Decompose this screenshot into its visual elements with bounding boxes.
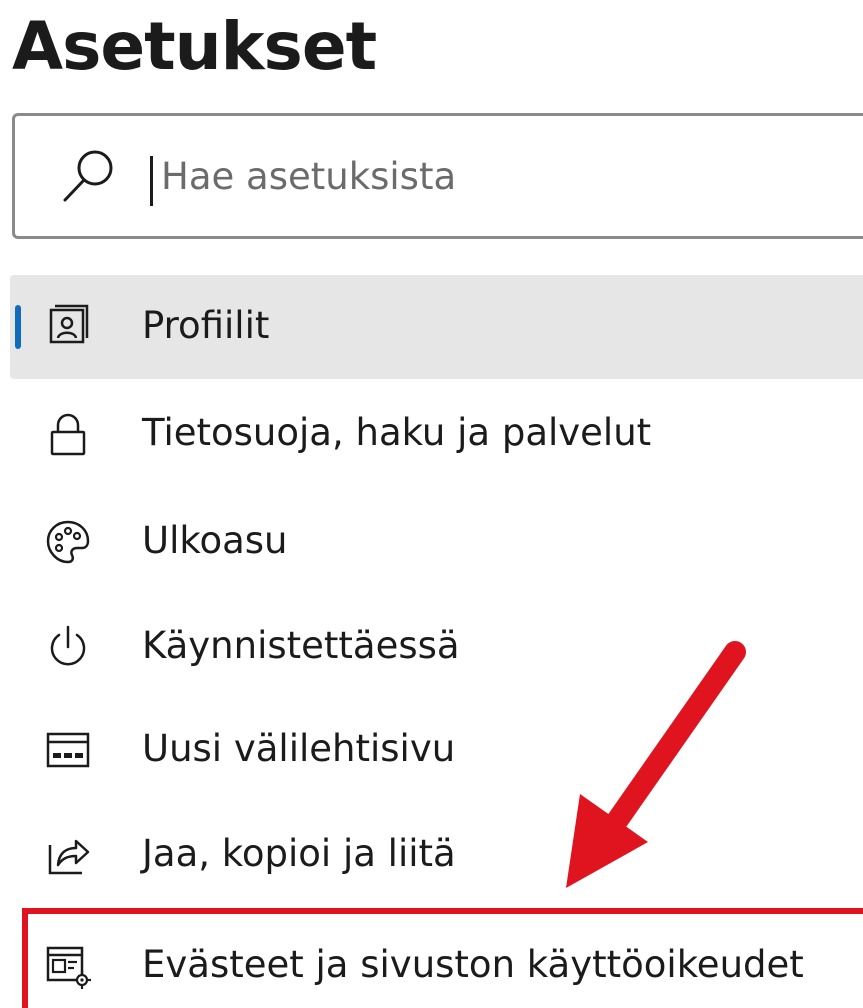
sidebar-item-label: Käynnistettäessä xyxy=(142,624,460,667)
settings-page: Asetukset Profiilit Tietosuoja, haku ja … xyxy=(0,0,863,1008)
sidebar-item-startup[interactable]: Käynnistettäessä xyxy=(10,595,863,699)
text-caret xyxy=(150,156,153,206)
selection-indicator xyxy=(15,305,21,349)
sidebar-item-label: Tietosuoja, haku ja palvelut xyxy=(142,411,652,454)
sidebar-item-label: Ulkoasu xyxy=(142,519,288,562)
sidebar-item-label: Uusi välilehtisivu xyxy=(142,727,456,770)
search-icon xyxy=(63,150,113,202)
search-box[interactable] xyxy=(12,113,863,239)
sidebar-item-label: Profiilit xyxy=(142,304,270,347)
sidebar-item-appearance[interactable]: Ulkoasu xyxy=(10,490,863,594)
sidebar-item-privacy[interactable]: Tietosuoja, haku ja palvelut xyxy=(10,382,863,486)
share-icon xyxy=(48,839,90,875)
sidebar-item-share-copy-paste[interactable]: Jaa, kopioi ja liitä xyxy=(10,803,863,907)
new-tab-icon xyxy=(46,732,90,768)
palette-icon xyxy=(46,520,90,564)
sidebar-item-new-tab-page[interactable]: Uusi välilehtisivu xyxy=(10,698,863,802)
sidebar-item-label: Jaa, kopioi ja liitä xyxy=(142,832,456,875)
page-title: Asetukset xyxy=(12,8,377,85)
profile-icon xyxy=(49,304,89,344)
lock-icon xyxy=(50,413,86,456)
search-input[interactable] xyxy=(161,136,851,216)
power-icon xyxy=(50,625,86,666)
sidebar-item-profiles[interactable]: Profiilit xyxy=(10,275,863,379)
annotation-highlight-box xyxy=(22,908,863,1008)
